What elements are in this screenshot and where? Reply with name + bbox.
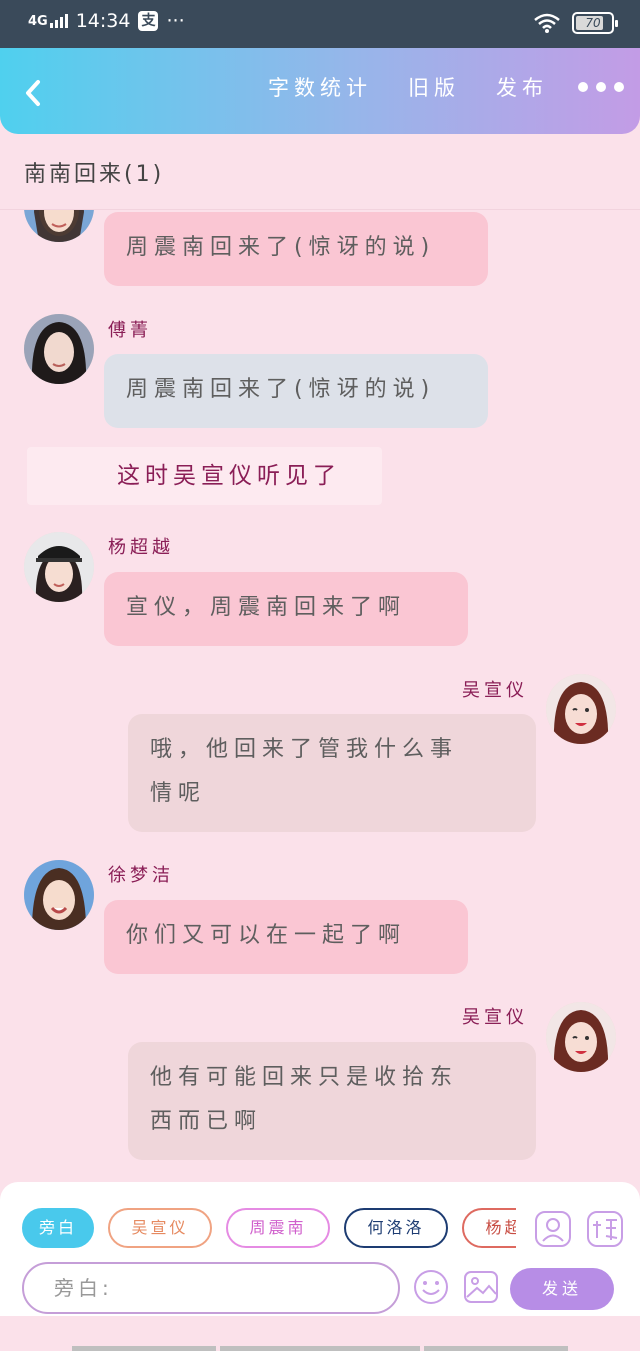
sender-name: 徐梦洁 (108, 865, 174, 886)
nav-indicator[interactable] (220, 1346, 420, 1351)
composer-panel: 旁白吴宣仪周震南何洛洛杨超越 旁白: 发送 (0, 1182, 640, 1316)
sender-name: 吴宣仪 (462, 1007, 528, 1028)
network-indicator: 4G (28, 14, 68, 28)
narration-text: 这时吴宣仪听见了 (117, 463, 341, 489)
avatar[interactable] (24, 532, 94, 602)
emoji-icon[interactable] (412, 1268, 450, 1306)
nav-indicator[interactable] (72, 1346, 216, 1351)
sender-name: 吴宣仪 (462, 680, 528, 701)
message-text: 周震南回来了(惊讶的说) (126, 235, 436, 260)
story-title-bar: 南南回来(1) (0, 134, 640, 210)
battery-level: 70 (585, 16, 601, 30)
sender-name: 傅菁 (108, 320, 152, 341)
wifi-icon (534, 13, 560, 33)
character-chip-narration[interactable]: 旁白 (22, 1208, 94, 1248)
signal-icon (49, 14, 68, 28)
status-bar: 4G 14:34 支 ··· 70 (0, 0, 640, 48)
message-bubble[interactable]: 哦，他回来了管我什么事 情呢 (128, 714, 536, 832)
avatar[interactable] (24, 210, 94, 242)
more-notifications: ··· (166, 10, 185, 32)
message-bubble[interactable]: 宣仪，周震南回来了啊 (104, 572, 468, 646)
send-button[interactable]: 发送 (510, 1268, 614, 1310)
avatar[interactable] (546, 674, 616, 744)
chat-area[interactable]: 周震南回来了(惊讶的说) 傅菁 周震南回来了(惊讶的说) 这时吴宣仪听见了 杨超… (0, 210, 640, 1182)
avatar[interactable] (24, 860, 94, 930)
top-app-bar: 字数统计 旧版 发布 (0, 48, 640, 134)
message-input[interactable]: 旁白: (22, 1262, 400, 1314)
nav-indicator[interactable] (424, 1346, 568, 1351)
back-arrow-icon[interactable] (18, 76, 52, 110)
system-nav-bar (0, 1316, 640, 1351)
character-chip[interactable]: 周震南 (226, 1208, 330, 1248)
narration-block[interactable]: 这时吴宣仪听见了 (27, 447, 382, 505)
message-text: 他有可能回来只是收拾东 (150, 1065, 459, 1090)
avatar[interactable] (24, 314, 94, 384)
character-chip[interactable]: 何洛洛 (344, 1208, 448, 1248)
word-count-button[interactable]: 字数统计 (268, 72, 372, 102)
story-title[interactable]: 南南回来(1) (24, 156, 164, 188)
message-bubble[interactable]: 周震南回来了(惊讶的说) (104, 354, 488, 428)
more-options-icon[interactable] (578, 82, 624, 92)
message-text-continued: 情呢 (150, 781, 207, 806)
image-icon[interactable] (462, 1268, 500, 1306)
message-bubble[interactable]: 你们又可以在一起了啊 (104, 900, 468, 974)
character-chip[interactable]: 杨超越 (462, 1208, 516, 1248)
message-bubble[interactable]: 他有可能回来只是收拾东 西而已啊 (128, 1042, 536, 1160)
tag-icon[interactable] (586, 1210, 624, 1248)
character-chip[interactable]: 吴宣仪 (108, 1208, 212, 1248)
old-version-button[interactable]: 旧版 (408, 72, 460, 102)
message-text: 你们又可以在一起了啊 (126, 923, 407, 948)
sender-name: 杨超越 (108, 537, 174, 558)
network-label: 4G (28, 14, 48, 29)
message-bubble[interactable]: 周震南回来了(惊讶的说) (104, 212, 488, 286)
clock: 14:34 (75, 10, 131, 32)
avatar[interactable] (546, 1002, 616, 1072)
message-text: 周震南回来了(惊讶的说) (126, 377, 436, 402)
alipay-notification-icon: 支 (138, 11, 159, 31)
message-text: 宣仪，周震南回来了啊 (126, 595, 407, 620)
character-selector[interactable]: 旁白吴宣仪周震南何洛洛杨超越 (22, 1208, 516, 1250)
battery-icon: 70 (572, 12, 618, 34)
message-text-continued: 西而已啊 (150, 1109, 263, 1134)
add-character-icon[interactable] (534, 1210, 572, 1248)
publish-button[interactable]: 发布 (496, 72, 548, 102)
message-text: 哦，他回来了管我什么事 (150, 737, 459, 762)
